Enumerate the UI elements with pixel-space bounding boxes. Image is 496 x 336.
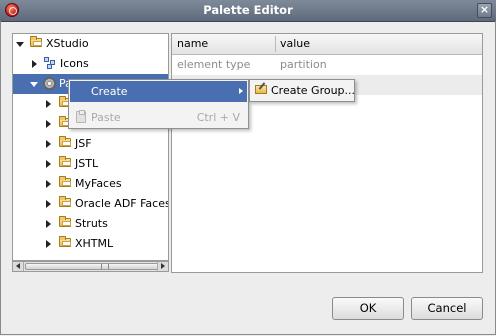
tree-horizontal-scrollbar[interactable] bbox=[12, 261, 169, 272]
submenu-arrow-icon bbox=[239, 88, 243, 94]
palette-tree[interactable]: XStudio Icons Palette JSF JSTL MyFaces bbox=[12, 33, 169, 261]
tree-item-jsf[interactable]: JSF bbox=[13, 134, 168, 154]
column-divider[interactable] bbox=[275, 36, 276, 52]
tree-item-xstudio[interactable]: XStudio bbox=[13, 34, 168, 54]
table-row[interactable]: element type partition bbox=[172, 55, 482, 75]
window-title: Palette Editor bbox=[203, 3, 293, 17]
cancel-button[interactable]: Cancel bbox=[411, 297, 483, 320]
property-value[interactable]: partition bbox=[280, 58, 327, 71]
collapse-arrow-icon[interactable] bbox=[46, 180, 51, 188]
grip-icon bbox=[101, 264, 109, 269]
table-header: name value bbox=[172, 34, 482, 55]
tree-item-label: Icons bbox=[60, 57, 89, 70]
collapse-arrow-icon[interactable] bbox=[32, 60, 37, 68]
collapse-arrow-icon[interactable] bbox=[46, 200, 51, 208]
collapse-arrow-icon[interactable] bbox=[46, 240, 51, 248]
property-table[interactable]: name value element type partition bbox=[171, 33, 483, 273]
create-group-icon bbox=[255, 85, 267, 94]
menu-item-label: Create bbox=[91, 85, 128, 98]
tree-item-oracle-adf-faces[interactable]: Oracle ADF Faces bbox=[13, 194, 168, 214]
create-submenu: Create Group... bbox=[249, 79, 355, 102]
collapse-arrow-icon[interactable] bbox=[46, 160, 51, 168]
gears-icon bbox=[43, 77, 56, 90]
menu-item-shortcut: Ctrl + V bbox=[196, 111, 240, 124]
menu-item-paste[interactable]: Paste Ctrl + V bbox=[70, 107, 247, 128]
scroll-right-icon[interactable] bbox=[157, 262, 168, 271]
expand-arrow-icon[interactable] bbox=[30, 82, 38, 87]
context-menu: Create Paste Ctrl + V bbox=[68, 79, 249, 129]
column-header-value[interactable]: value bbox=[280, 37, 310, 50]
icons-icon bbox=[44, 57, 57, 70]
scrollbar-thumb[interactable] bbox=[25, 263, 165, 270]
tree-item-icons[interactable]: Icons bbox=[13, 54, 168, 74]
tree-item-label: MyFaces bbox=[75, 177, 122, 190]
tree-item-struts[interactable]: Struts bbox=[13, 214, 168, 234]
folder-icon bbox=[59, 196, 71, 207]
property-name: element type bbox=[177, 58, 251, 71]
collapse-arrow-icon[interactable] bbox=[46, 100, 51, 108]
collapse-arrow-icon[interactable] bbox=[46, 120, 51, 128]
title-bar: Palette Editor × bbox=[0, 0, 496, 22]
tree-item-jstl[interactable]: JSTL bbox=[13, 154, 168, 174]
paste-icon bbox=[76, 110, 86, 123]
tree-item-label: JSF bbox=[75, 137, 92, 150]
tree-item-label: JSTL bbox=[75, 157, 99, 170]
folder-icon bbox=[59, 216, 71, 227]
menu-item-create-group[interactable]: Create Group... bbox=[271, 84, 355, 97]
tree-item-myfaces[interactable]: MyFaces bbox=[13, 174, 168, 194]
collapse-arrow-icon[interactable] bbox=[46, 140, 51, 148]
tree-item-label: XHTML bbox=[75, 237, 114, 250]
collapse-arrow-icon[interactable] bbox=[46, 220, 51, 228]
tree-item-label: Struts bbox=[75, 217, 108, 230]
menu-item-create[interactable]: Create bbox=[70, 81, 247, 102]
ok-button[interactable]: OK bbox=[332, 297, 404, 320]
folder-icon bbox=[59, 236, 71, 247]
folder-icon bbox=[30, 36, 42, 47]
scroll-left-icon[interactable] bbox=[13, 262, 24, 271]
folder-icon bbox=[59, 136, 71, 147]
column-header-name[interactable]: name bbox=[177, 37, 208, 50]
expand-arrow-icon[interactable] bbox=[16, 42, 24, 47]
tree-item-xhtml[interactable]: XHTML bbox=[13, 234, 168, 254]
close-button[interactable]: × bbox=[477, 3, 492, 18]
tree-item-label: XStudio bbox=[46, 37, 89, 50]
folder-icon bbox=[59, 176, 71, 187]
menu-item-label: Paste bbox=[91, 111, 121, 124]
folder-icon bbox=[59, 156, 71, 167]
tree-item-label: Oracle ADF Faces bbox=[75, 197, 169, 210]
